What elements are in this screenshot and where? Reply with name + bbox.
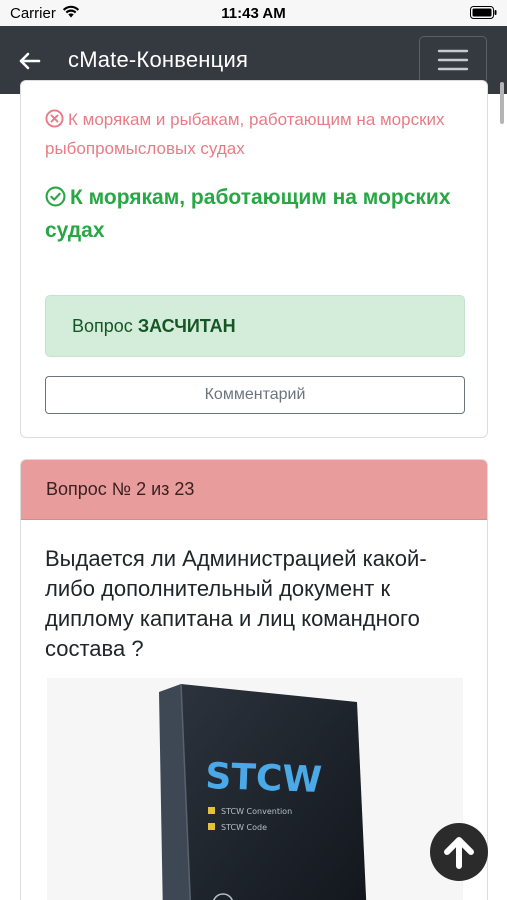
book-title: STCW (205, 756, 323, 801)
answer-card: К морякам и рыбакам, работающим на морск… (20, 80, 488, 438)
arrow-left-icon (19, 52, 41, 70)
clock: 11:43 AM (221, 5, 286, 22)
status-bar: Carrier 11:43 AM (0, 0, 507, 26)
question-counter: Вопрос № 2 из 23 (21, 460, 487, 520)
wrong-answer: К морякам и рыбакам, работающим на морск… (45, 105, 455, 163)
question-image: STCW STCW Convention STCW Code (47, 678, 463, 900)
question-text: Выдается ли Администрацией какой-либо до… (45, 546, 427, 661)
result-alert: Вопрос ЗАСЧИТАН (45, 295, 465, 357)
wrong-answer-text: К морякам и рыбакам, работающим на морск… (45, 110, 445, 158)
question-card: Вопрос № 2 из 23 Выдается ли Администрац… (20, 459, 488, 900)
book-graphic: STCW STCW Convention STCW Code (159, 683, 367, 900)
check-circle-icon (45, 186, 66, 207)
comment-button[interactable]: Комментарий (45, 376, 465, 414)
scrollbar[interactable] (500, 82, 504, 124)
hamburger-icon (437, 49, 469, 71)
menu-button[interactable] (419, 36, 487, 84)
book-bullet-1: STCW Convention (221, 807, 292, 816)
correct-answer: К морякам, работающим на морских судах (45, 181, 455, 247)
x-circle-icon (45, 109, 64, 128)
scroll-top-button[interactable] (430, 823, 488, 881)
result-status: ЗАСЧИТАН (137, 316, 236, 336)
back-button[interactable] (14, 46, 46, 76)
app-title: cMate-Конвенция (68, 47, 249, 72)
book-bullet-2: STCW Code (221, 823, 267, 832)
battery-icon (470, 6, 497, 23)
result-prefix: Вопрос (72, 316, 133, 336)
correct-answer-text: К морякам, работающим на морских судах (45, 186, 451, 242)
arrow-up-icon (444, 837, 474, 869)
